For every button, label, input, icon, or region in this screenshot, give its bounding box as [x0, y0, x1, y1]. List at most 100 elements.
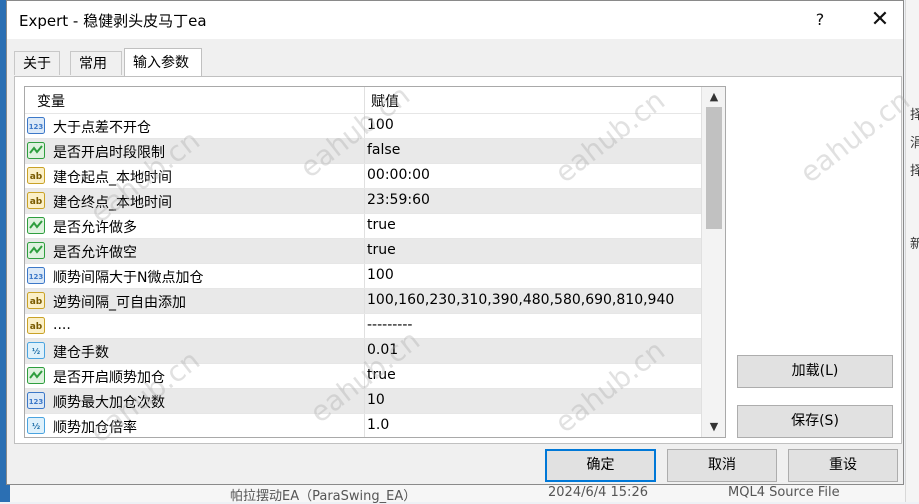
parameter-value[interactable]: true — [367, 242, 396, 258]
column-divider — [364, 389, 365, 414]
dialog-title: Expert - 稳健剥头皮马丁ea — [19, 12, 207, 30]
string-icon: ab — [27, 192, 45, 209]
scroll-down-icon[interactable]: ▼ — [706, 419, 722, 435]
parameter-row[interactable]: 123 顺势间隔大于N微点加仓 100 — [25, 263, 701, 289]
parameter-name: 逆势间隔_可自由添加 — [53, 295, 186, 311]
svg-text:ab: ab — [30, 322, 43, 332]
column-divider — [364, 289, 365, 314]
double-icon: ½ — [27, 342, 45, 359]
background-file-type: MQL4 Source File — [728, 485, 840, 500]
svg-text:123: 123 — [29, 273, 44, 281]
vertical-scrollbar[interactable]: ▲ ▼ — [701, 87, 725, 437]
parameter-value[interactable]: false — [367, 142, 400, 158]
svg-text:ab: ab — [30, 172, 43, 182]
column-divider — [364, 189, 365, 214]
int-icon: 123 — [27, 392, 45, 409]
parameter-value[interactable]: 23:59:60 — [367, 192, 430, 208]
background-window-strip: 择 涓 择 新 — [905, 0, 919, 502]
bool-icon — [27, 142, 45, 159]
column-divider — [364, 314, 365, 339]
parameter-row[interactable]: 是否开启顺势加仓 true — [25, 363, 701, 389]
title-bar[interactable]: Expert - 稳健剥头皮马丁ea ? ✕ — [7, 1, 903, 39]
background-file-name: 帕拉摆动EA（ParaSwing_EA） — [230, 489, 417, 504]
column-divider — [364, 114, 365, 139]
cancel-button[interactable]: 取消 — [667, 449, 777, 482]
parameter-name: 建仓起点_本地时间 — [53, 170, 172, 186]
svg-text:123: 123 — [29, 123, 44, 131]
parameter-name: 是否允许做空 — [53, 245, 137, 261]
parameter-name: 大于点差不开仓 — [53, 120, 151, 136]
parameter-value[interactable]: true — [367, 217, 396, 233]
parameter-name: .... — [53, 317, 71, 333]
ok-button[interactable]: 确定 — [545, 449, 656, 482]
parameter-name: 是否开启顺势加仓 — [53, 370, 165, 386]
parameter-name: 是否开启时段限制 — [53, 145, 165, 161]
load-button[interactable]: 加载(L) — [737, 355, 893, 388]
scroll-up-icon[interactable]: ▲ — [706, 89, 722, 105]
parameter-value[interactable]: 0.01 — [367, 342, 398, 358]
parameter-value[interactable]: 100,160,230,310,390,480,580,690,810,940 — [367, 292, 674, 308]
parameters-grid: 变量 赋值 123 大于点差不开仓 100 是否开启时段限制 false ab 建仓起点_本… — [24, 86, 726, 438]
parameter-row[interactable]: 是否允许做多 true — [25, 213, 701, 239]
tab-about[interactable]: 关于 — [14, 51, 60, 75]
svg-text:123: 123 — [29, 398, 44, 406]
parameter-row[interactable]: ab.... --------- — [25, 313, 701, 339]
background-char: 择 — [910, 108, 919, 123]
parameter-row[interactable]: 123 大于点差不开仓 100 — [25, 113, 701, 139]
tab-inputs[interactable]: 输入参数 — [124, 48, 202, 76]
bool-icon — [27, 217, 45, 234]
column-divider — [364, 239, 365, 264]
double-icon: ½ — [27, 417, 45, 434]
parameter-value[interactable]: 100 — [367, 117, 394, 133]
column-header-variable[interactable]: 变量 — [37, 91, 65, 111]
save-button[interactable]: 保存(S) — [737, 405, 893, 438]
parameter-name: 是否允许做多 — [53, 220, 137, 236]
grid-rows: 123 大于点差不开仓 100 是否开启时段限制 false ab 建仓起点_本地时间 00:… — [25, 113, 701, 437]
parameter-row[interactable]: ab 建仓起点_本地时间 00:00:00 — [25, 163, 701, 189]
column-divider — [364, 264, 365, 289]
string-icon: ab — [27, 317, 45, 334]
bool-icon — [27, 367, 45, 384]
parameter-name: 建仓终点_本地时间 — [53, 195, 172, 211]
background-char: 涓 — [910, 136, 919, 151]
parameter-value[interactable]: --------- — [367, 317, 412, 333]
column-divider — [364, 139, 365, 164]
int-icon: 123 — [27, 117, 45, 134]
column-divider — [364, 164, 365, 189]
string-icon: ab — [27, 167, 45, 184]
parameter-row[interactable]: ½ 建仓手数 0.01 — [25, 338, 701, 364]
parameter-row[interactable]: ½ 顺势加仓倍率 1.0 — [25, 413, 701, 437]
column-divider — [364, 87, 365, 113]
string-icon: ab — [27, 292, 45, 309]
background-char: 择 — [910, 164, 919, 179]
svg-text:½: ½ — [32, 346, 40, 356]
column-divider — [364, 364, 365, 389]
column-divider — [364, 339, 365, 364]
svg-text:ab: ab — [30, 197, 43, 207]
column-header-value[interactable]: 赋值 — [371, 91, 399, 111]
parameter-value[interactable]: 00:00:00 — [367, 167, 430, 183]
parameter-row[interactable]: 123 顺势最大加仓次数 10 — [25, 388, 701, 414]
parameter-name: 顺势加仓倍率 — [53, 420, 137, 436]
parameter-row[interactable]: 是否开启时段限制 false — [25, 138, 701, 164]
parameter-value[interactable]: 10 — [367, 392, 385, 408]
parameter-row[interactable]: ab 逆势间隔_可自由添加 100,160,230,310,390,480,580,… — [25, 288, 701, 314]
grid-header: 变量 赋值 — [25, 87, 701, 113]
parameter-value[interactable]: 100 — [367, 267, 394, 283]
parameter-value[interactable]: true — [367, 367, 396, 383]
int-icon: 123 — [27, 267, 45, 284]
tab-common[interactable]: 常用 — [70, 51, 122, 75]
parameter-row[interactable]: 是否允许做空 true — [25, 238, 701, 264]
svg-text:½: ½ — [32, 421, 40, 431]
parameter-value[interactable]: 1.0 — [367, 417, 389, 433]
column-divider — [364, 214, 365, 239]
scroll-thumb[interactable] — [706, 107, 722, 229]
background-char: 新 — [910, 237, 919, 252]
parameter-name: 顺势间隔大于N微点加仓 — [53, 270, 204, 286]
help-button[interactable]: ? — [797, 5, 843, 35]
parameter-row[interactable]: ab 建仓终点_本地时间 23:59:60 — [25, 188, 701, 214]
close-button[interactable]: ✕ — [857, 5, 903, 35]
column-divider — [364, 414, 365, 437]
reset-button[interactable]: 重设 — [788, 449, 898, 482]
parameter-name: 建仓手数 — [53, 345, 109, 361]
